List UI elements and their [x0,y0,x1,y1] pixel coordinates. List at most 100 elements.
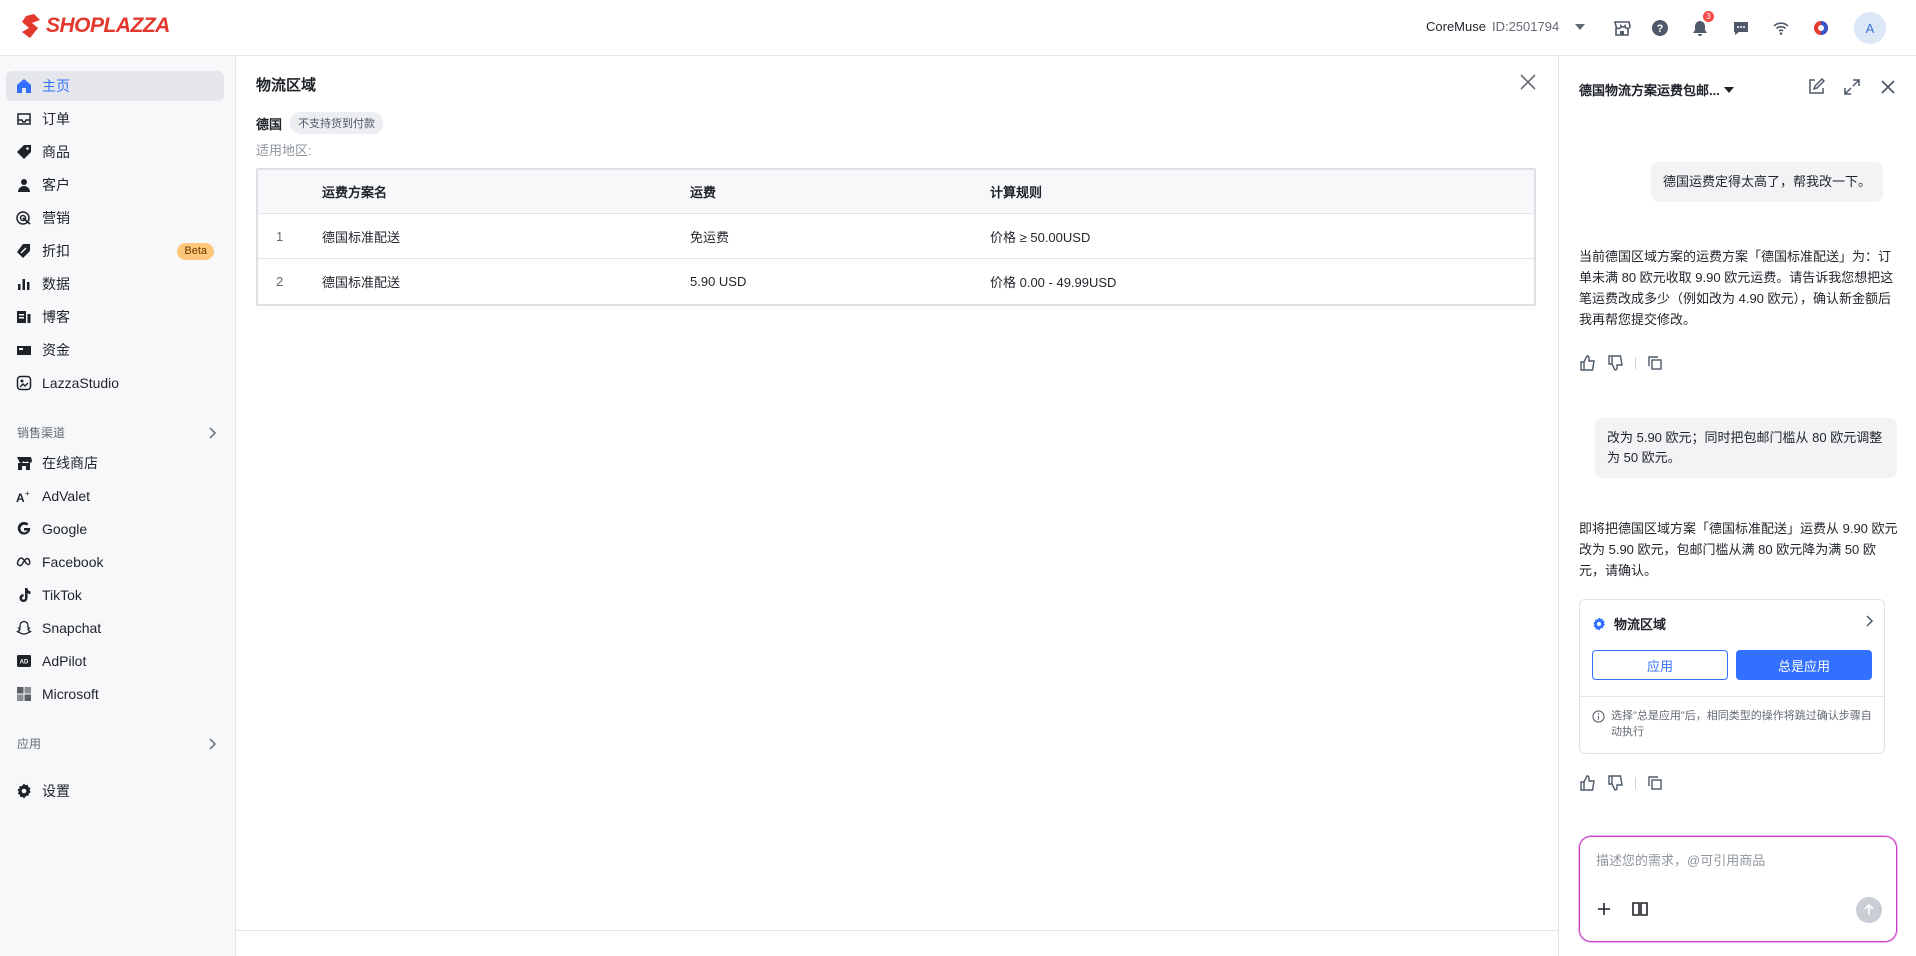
arrow-up-icon [1864,904,1874,915]
user-message: 改为 5.90 欧元；同时把包邮门槛从 80 欧元调整为 50 欧元。 [1595,418,1897,478]
rate-fee: 免运费 [690,229,730,245]
sidebar-item-discounts[interactable]: 折扣 Beta [6,236,224,266]
sidebar-item-label: 折扣 [42,243,70,259]
send-button[interactable] [1856,897,1882,923]
thumbs-up-icon[interactable] [1579,774,1597,792]
divider [1580,696,1884,697]
card-note-text: 选择"总是应用"后，相同类型的操作将跳过确认步骤自动执行 [1611,710,1872,738]
copy-icon[interactable] [1646,354,1664,372]
apps-header[interactable]: 应用 [17,735,217,752]
svg-text:A: A [16,491,25,504]
book-icon[interactable] [1630,899,1650,919]
sidebar-item-label: 数据 [42,276,70,292]
top-bar: SHOPLAZZA CoreMuse ID:2501794 ? 3 A [0,0,1916,56]
plus-icon[interactable] [1594,899,1614,919]
divider [236,930,1558,931]
snapchat-icon [16,620,32,635]
always-apply-button[interactable]: 总是应用 [1736,650,1872,680]
cod-status-tag: 不支持货到付款 [290,112,384,134]
adpilot-icon: AD [17,655,31,667]
sidebar-item-label: Facebook [42,554,104,570]
sidebar-item-settings[interactable]: 设置 [6,776,224,806]
sidebar-item-customers[interactable]: 客户 [6,170,224,200]
svg-text:AD: AD [20,660,29,666]
card-header[interactable]: 物流区域 [1592,614,1666,633]
chat-input[interactable] [1596,853,1876,868]
assistant-message: 当前德国区域方案的运费方案「德国标准配送」为：订单未满 80 欧元收取 9.90… [1579,249,1894,327]
sidebar-item-label: LazzaStudio [42,375,120,391]
close-icon[interactable] [1518,72,1538,92]
feedback-bar [1579,774,1664,792]
inbox-icon [17,113,31,125]
sidebar-item-lazzastudio[interactable]: LazzaStudio [6,368,224,398]
thumbs-up-icon[interactable] [1579,354,1597,372]
microsoft-icon [17,687,31,701]
sidebar-item-products[interactable]: 商品 [6,137,224,167]
table-row[interactable]: 2 德国标准配送 5.90 USD 价格 0.00 - 49.99USD [258,259,1534,304]
store-id: ID:2501794 [1491,19,1560,34]
sidebar-item-facebook[interactable]: Facebook [6,547,224,577]
sales-channels-header[interactable]: 销售渠道 [17,424,217,441]
country-row: 德国 不支持货到付款 [256,112,384,134]
storefront-icon[interactable] [1610,16,1634,40]
table-row[interactable]: 1 德国标准配送 免运费 价格 ≥ 50.00USD [258,214,1534,259]
sidebar-item-adpilot[interactable]: AD AdPilot [6,646,224,676]
google-icon [17,521,31,535]
help-icon[interactable]: ? [1648,16,1672,40]
thumbs-down-icon[interactable] [1607,774,1625,792]
sidebar-item-label: 资金 [42,342,70,358]
thumbs-down-icon[interactable] [1607,354,1625,372]
chat-title: 德国物流方案运费包邮... [1579,83,1720,98]
sidebar-item-microsoft[interactable]: Microsoft [6,679,224,709]
svg-text:?: ? [1657,23,1664,35]
chevron-right-icon[interactable] [1866,614,1874,630]
wifi-icon[interactable] [1769,16,1793,40]
user-icon [18,179,30,192]
rate-name: 德国标准配送 [322,275,401,290]
sidebar-item-tiktok[interactable]: TikTok [6,580,224,610]
sidebar-item-home[interactable]: 主页 [6,71,224,101]
sidebar-item-label: 营销 [42,210,70,226]
notification-bell-icon[interactable]: 3 [1688,11,1714,40]
column-header: 计算规则 [990,185,1043,200]
app-switcher-icon[interactable] [1809,16,1833,40]
sidebar-item-label: 博客 [42,309,70,325]
sidebar-item-label: Snapchat [42,620,102,636]
sidebar-item-label: Microsoft [42,686,99,702]
sidebar-item-label: AdPilot [42,653,87,669]
copy-icon[interactable] [1646,774,1664,792]
sidebar-item-label: AdValet [42,488,90,504]
sidebar-item-advalet[interactable]: A + AdValet [6,481,224,511]
beta-badge: Beta [177,243,214,260]
ai-chat-panel: 德国物流方案运费包邮... 德国运费定得太高了，帮我改一下。 当前德国区域方案的… [1558,56,1916,956]
sidebar-item-orders[interactable]: 订单 [6,104,224,134]
sidebar-item-finance[interactable]: 资金 [6,335,224,365]
brand-logo[interactable]: SHOPLAZZA [20,14,170,38]
row-index: 2 [276,274,284,289]
tiktok-icon [19,588,31,602]
divider [1635,357,1636,369]
sidebar-item-online-store[interactable]: 在线商店 [6,448,224,478]
new-chat-icon[interactable] [1807,77,1827,98]
sidebar-item-google[interactable]: Google [6,514,224,544]
card-title: 物流区域 [1614,617,1667,632]
store-switcher[interactable]: CoreMuse ID:2501794 [1426,19,1586,34]
column-header: 运费 [690,185,717,200]
sidebar-item-blog[interactable]: 博客 [6,302,224,332]
sidebar-item-snapchat[interactable]: Snapchat [6,613,224,643]
close-icon[interactable] [1879,78,1899,98]
expand-icon[interactable] [1843,78,1863,98]
chat-title-dropdown[interactable]: 德国物流方案运费包邮... [1579,80,1734,99]
tag-icon [17,145,31,159]
sidebar-item-analytics[interactable]: 数据 [6,269,224,299]
discount-icon [17,244,30,258]
feedback-bar [1579,354,1664,372]
sidebar-item-marketing[interactable]: 营销 [6,203,224,233]
meta-icon [16,557,31,567]
apply-button[interactable]: 应用 [1592,650,1728,680]
apps-label: 应用 [17,737,42,751]
avatar[interactable]: A [1854,12,1886,44]
message-icon[interactable] [1729,16,1753,40]
sidebar-item-label: 在线商店 [42,455,98,471]
store-icon [17,457,32,470]
